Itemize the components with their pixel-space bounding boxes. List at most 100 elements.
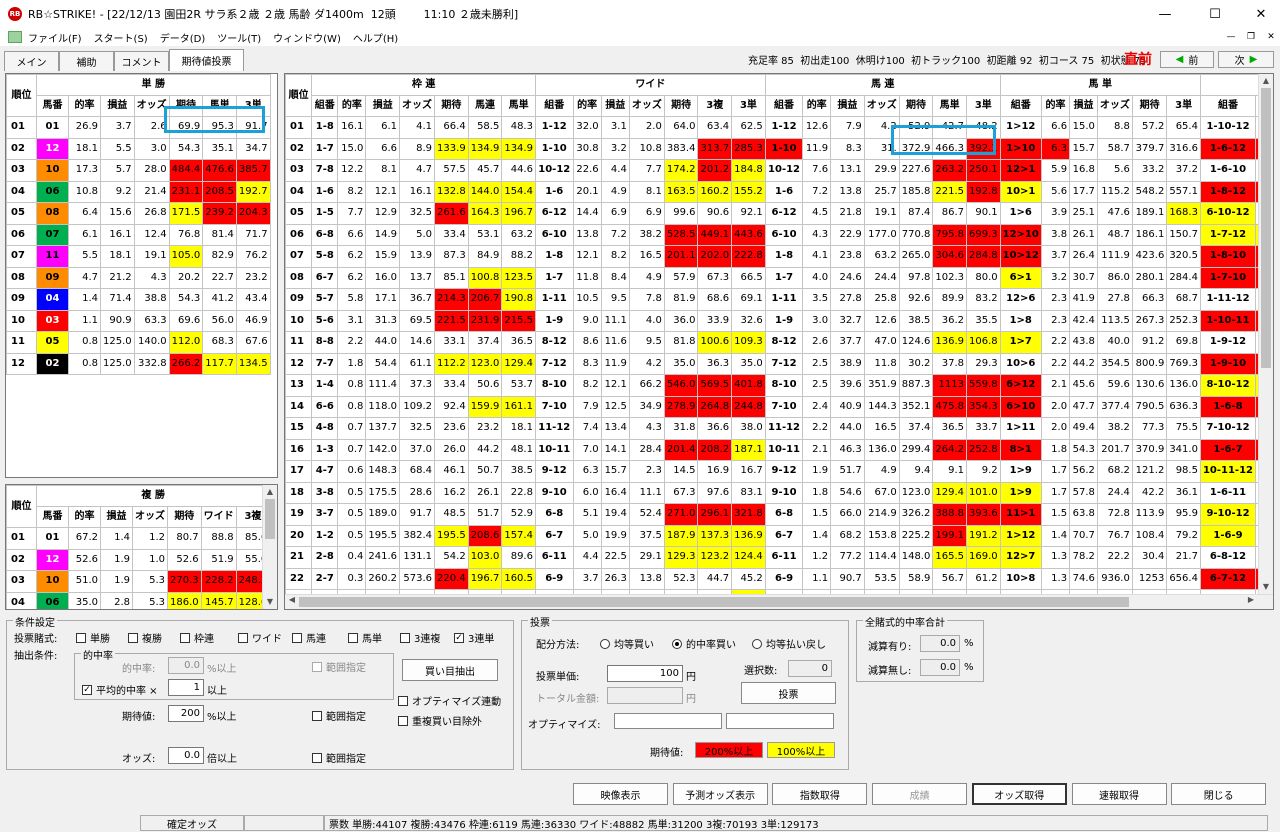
tansho-row[interactable]: 12 02 0.8 125.0 332.8 266.2 117.7 134.5 — [6, 352, 271, 375]
maximize-icon[interactable]: ☐ — [1192, 0, 1238, 28]
mdi-close-icon[interactable]: ✕ — [1262, 28, 1280, 46]
combo-row[interactable]: 20 1-2 0.5 195.5 382.4 195.5 208.6 157.4 6-7 5.0 1… — [285, 524, 1273, 547]
combo-row[interactable]: 17 4-7 0.6 148.3 68.4 46.1 50.7 38.5 9-12 6.3 15.7… — [285, 460, 1273, 483]
combo-row[interactable]: 18 3-8 0.5 175.5 28.6 16.2 26.1 22.8 9-10 6.0 16.4… — [285, 481, 1273, 504]
menu-window[interactable]: ウィンドウ(W) — [267, 30, 347, 45]
fukusho-row[interactable]: 01 01 67.2 1.4 1.2 80.7 88.8 85.6 — [6, 527, 271, 550]
optimize-slider-2[interactable] — [726, 713, 834, 729]
hit-rate-input[interactable]: 0.0 — [168, 657, 204, 674]
combo-row[interactable]: 14 6-6 0.8 118.0 109.2 92.4 159.9 161.1 7-10 7.9 1… — [285, 395, 1273, 418]
tansho-row[interactable]: 09 04 1.4 71.4 38.8 54.3 41.2 43.4 — [6, 288, 271, 311]
tab-sub[interactable]: 補助 — [59, 51, 114, 71]
distribution-option-1[interactable]: 均等買い — [600, 636, 654, 651]
bottom-button-4[interactable]: 成績 — [872, 783, 968, 805]
bottom-button-6[interactable]: 速報取得 — [1071, 783, 1167, 805]
menu-file[interactable]: ファイル(F) — [22, 30, 88, 45]
distribution-option-3[interactable]: 均等払い戻し — [752, 636, 826, 651]
combo-row[interactable]: 11 8-8 2.2 44.0 14.6 33.1 37.4 36.5 8-12 8.6 11.6 9… — [285, 331, 1273, 354]
vertical-scrollbar[interactable]: ▲ ▼ — [1258, 74, 1273, 594]
combo-row[interactable]: 09 5-7 5.8 17.1 36.7 214.3 206.7 190.8 1-11 10.5 9… — [285, 288, 1273, 311]
tansho-row[interactable]: 05 08 6.4 15.6 26.8 171.5 239.2 204.3 — [6, 202, 271, 225]
combo-row[interactable]: 19 3-7 0.5 189.0 91.7 48.5 51.7 52.9 6-8 5.1 19.4 5… — [285, 503, 1273, 526]
prev-button[interactable]: ◀ 前 — [1160, 51, 1214, 68]
vote-button[interactable]: 投票 — [741, 682, 836, 704]
next-button[interactable]: 次 ▶ — [1218, 51, 1274, 68]
tab-expected-vote[interactable]: 期待値投票 — [169, 49, 244, 71]
scroll-up-icon[interactable]: ▲ — [263, 485, 277, 499]
scroll-thumb[interactable] — [1261, 88, 1271, 368]
bet-type-4[interactable]: ワイド — [238, 630, 282, 645]
close-icon[interactable]: ✕ — [1238, 0, 1280, 28]
hscroll-thumb[interactable] — [299, 597, 1129, 607]
avg-hit-input[interactable]: 1 — [168, 679, 204, 696]
combo-row[interactable]: 15 4-8 0.7 137.7 32.5 23.6 23.2 18.1 11-12 7.4 13.… — [285, 417, 1273, 440]
bet-type-6[interactable]: 馬単 — [348, 630, 382, 645]
tansho-row[interactable]: 10 03 1.1 90.9 63.3 69.6 56.0 46.9 — [6, 309, 271, 332]
fukusho-row[interactable]: 02 12 52.6 1.9 1.0 52.6 51.9 55.0 — [6, 548, 271, 571]
unit-price-input[interactable]: 100 — [607, 665, 683, 682]
tansho-row[interactable]: 02 12 18.1 5.5 3.0 54.3 35.1 34.7 — [6, 137, 271, 160]
bet-type-3[interactable]: 枠連 — [180, 630, 214, 645]
tansho-row[interactable]: 07 11 5.5 18.1 19.1 105.0 82.9 76.2 — [6, 245, 271, 268]
minimize-icon[interactable]: — — [1142, 0, 1188, 28]
combo-row[interactable]: 04 1-6 8.2 12.1 16.1 132.8 144.0 154.4 1-6 20.1 4.… — [285, 180, 1273, 203]
optimize-slider-1[interactable] — [614, 713, 722, 729]
menu-data[interactable]: データ(D) — [154, 30, 212, 45]
range-checkbox-1[interactable]: 範囲指定 — [312, 659, 366, 674]
combo-row[interactable]: 16 1-3 0.7 142.0 37.0 26.0 44.2 48.1 10-11 7.0 14.… — [285, 438, 1273, 461]
bottom-button-7[interactable]: 閉じる — [1171, 783, 1267, 805]
bet-type-5[interactable]: 馬連 — [292, 630, 326, 645]
range-checkbox-3[interactable]: 範囲指定 — [312, 750, 366, 765]
bet-type-2[interactable]: 複勝 — [128, 630, 162, 645]
horizontal-scrollbar[interactable]: ◀ ▶ — [285, 594, 1273, 609]
mdi-minimize-icon[interactable]: — — [1222, 28, 1240, 46]
optimize-link-checkbox[interactable]: オプティマイズ連動 — [398, 693, 501, 708]
combo-row[interactable]: 22 2-7 0.3 260.2 573.6 220.4 196.7 160.5 6-9 3.7 2… — [285, 567, 1273, 590]
combo-row[interactable]: 06 6-8 6.6 14.9 5.0 33.4 53.1 63.2 6-10 13.8 7.2 38… — [285, 223, 1273, 246]
tansho-row[interactable]: 08 09 4.7 21.2 4.3 20.2 22.7 23.2 — [6, 266, 271, 289]
tansho-row[interactable]: 03 10 17.3 5.7 28.0 484.4 476.6 385.7 — [6, 159, 271, 182]
menu-tool[interactable]: ツール(T) — [211, 30, 267, 45]
scroll-down-icon[interactable]: ▼ — [263, 595, 277, 609]
combo-row[interactable]: 03 7-8 12.2 8.1 4.7 57.5 45.7 44.6 10-12 22.6 4.4 7… — [285, 159, 1273, 182]
menu-start[interactable]: スタート(S) — [88, 30, 154, 45]
combo-row[interactable]: 02 1-7 15.0 6.6 8.9 133.9 134.9 134.9 1-10 30.8 3.… — [285, 137, 1273, 160]
combo-row[interactable]: 01 1-8 16.1 6.1 4.1 66.4 58.5 48.3 1-12 32.0 3.1 2.… — [285, 116, 1273, 139]
avg-hit-checkbox[interactable]: ✓ 平均的中率 × — [82, 682, 158, 697]
tansho-row[interactable]: 06 07 6.1 16.1 12.4 76.8 81.4 71.7 — [6, 223, 271, 246]
bet-type-1[interactable]: 単勝 — [76, 630, 110, 645]
extract-button[interactable]: 買い目抽出 — [402, 659, 498, 681]
scroll-left-icon[interactable]: ◀ — [285, 595, 299, 609]
mdi-restore-icon[interactable]: ❐ — [1242, 28, 1260, 46]
combo-row[interactable]: 13 1-4 0.8 111.4 37.3 33.4 50.6 53.7 8-10 8.2 12.1… — [285, 374, 1273, 397]
tab-main[interactable]: メイン — [4, 51, 59, 71]
combo-row[interactable]: 05 1-5 7.7 12.9 32.5 261.6 164.3 196.7 6-12 14.4 6… — [285, 202, 1273, 225]
distribution-option-2[interactable]: 的中率買い — [672, 636, 736, 651]
range-checkbox-2[interactable]: 範囲指定 — [312, 708, 366, 723]
combo-row[interactable]: 21 2-8 0.4 241.6 131.1 54.2 103.0 89.6 6-11 4.4 22… — [285, 546, 1273, 569]
tansho-row[interactable]: 11 05 0.8 125.0 140.0 112.0 68.3 67.6 — [6, 331, 271, 354]
fukusho-row[interactable]: 04 06 35.0 2.8 5.3 186.0 145.7 128.6 — [6, 591, 271, 609]
combo-row[interactable]: 12 7-7 1.8 54.4 61.1 112.2 123.0 129.4 7-12 8.3 11… — [285, 352, 1273, 375]
scroll-down-icon[interactable]: ▼ — [1259, 580, 1273, 594]
combo-row[interactable]: 07 5-8 6.2 15.9 13.9 87.3 84.9 88.2 1-8 12.1 8.2 16… — [285, 245, 1273, 268]
bottom-button-3[interactable]: 指数取得 — [772, 783, 868, 805]
scroll-right-icon[interactable]: ▶ — [1244, 595, 1258, 609]
bet-type-8[interactable]: ✓ 3連単 — [454, 630, 494, 645]
vertical-scrollbar[interactable]: ▲ ▼ — [262, 485, 277, 609]
fukusho-row[interactable]: 03 10 51.0 1.9 5.3 270.3 228.2 248.2 — [6, 570, 271, 593]
combo-row[interactable]: 08 6-7 6.2 16.0 13.7 85.1 100.8 123.5 1-7 11.8 8.4… — [285, 266, 1273, 289]
menu-help[interactable]: ヘルプ(H) — [347, 30, 404, 45]
bet-type-7[interactable]: 3連複 — [400, 630, 440, 645]
bottom-button-5[interactable]: オッズ取得 — [971, 783, 1067, 805]
scroll-thumb[interactable] — [265, 499, 275, 539]
dedupe-checkbox[interactable]: 重複買い目除外 — [398, 713, 482, 728]
combo-row[interactable]: 10 5-6 3.1 31.3 69.5 221.5 231.9 215.5 1-9 9.0 11.… — [285, 309, 1273, 332]
scroll-up-icon[interactable]: ▲ — [1259, 74, 1273, 88]
odds-input[interactable]: 0.0 — [168, 747, 204, 764]
tansho-row[interactable]: 04 06 10.8 9.2 21.4 231.1 208.5 192.7 — [6, 180, 271, 203]
bottom-button-2[interactable]: 予測オッズ表示 — [672, 783, 768, 805]
mdi-chart-icon[interactable] — [8, 31, 22, 43]
bottom-button-1[interactable]: 映像表示 — [573, 783, 668, 805]
tab-comment[interactable]: コメント — [114, 51, 169, 71]
